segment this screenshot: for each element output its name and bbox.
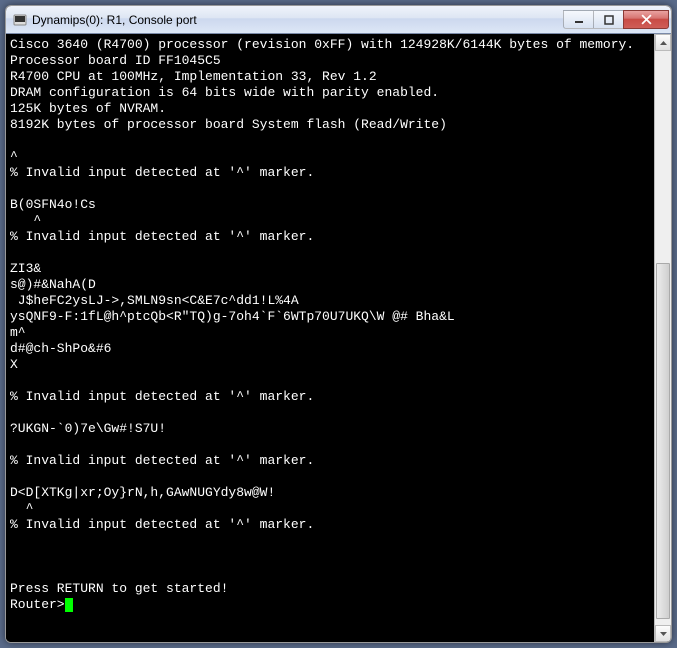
scroll-down-button[interactable]	[655, 625, 671, 642]
console-text: Cisco 3640 (R4700) processor (revision 0…	[10, 37, 654, 597]
cursor	[65, 598, 73, 612]
scroll-track[interactable]	[655, 51, 671, 625]
minimize-button[interactable]	[563, 10, 593, 29]
scroll-up-button[interactable]	[655, 34, 671, 51]
vertical-scrollbar[interactable]	[654, 34, 671, 642]
app-icon	[12, 12, 28, 28]
console-area: Cisco 3640 (R4700) processor (revision 0…	[6, 34, 671, 642]
titlebar[interactable]: Dynamips(0): R1, Console port	[6, 6, 671, 34]
scroll-thumb[interactable]	[656, 263, 670, 619]
close-button[interactable]	[623, 10, 669, 29]
prompt-text: Router>	[10, 597, 65, 613]
console-output[interactable]: Cisco 3640 (R4700) processor (revision 0…	[6, 34, 654, 642]
terminal-window: Dynamips(0): R1, Console port Cisco 3640…	[5, 5, 672, 643]
window-controls	[563, 10, 669, 29]
window-title: Dynamips(0): R1, Console port	[32, 13, 563, 27]
maximize-button[interactable]	[593, 10, 623, 29]
prompt-line[interactable]: Router>	[10, 597, 654, 613]
